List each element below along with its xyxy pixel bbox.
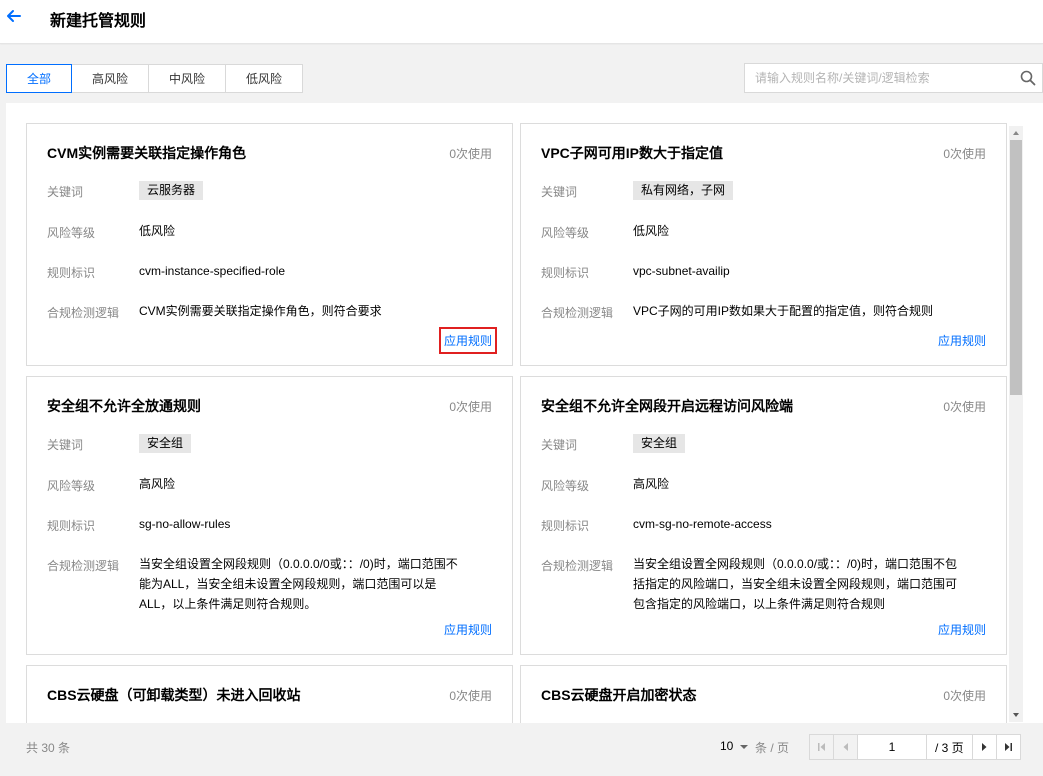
tab-low-risk[interactable]: 低风险 — [225, 64, 303, 93]
rule-title: VPC子网可用IP数大于指定值 — [541, 145, 724, 161]
scroll-down-arrow-icon[interactable] — [1009, 708, 1023, 722]
caret-down-icon — [739, 744, 748, 749]
keyword-label: 关键词 — [47, 185, 84, 199]
tab-high-risk[interactable]: 高风险 — [71, 64, 149, 93]
usage-count: 0次使用 — [449, 147, 492, 161]
total-count: 共 30 条 — [26, 741, 71, 755]
usage-count: 0次使用 — [943, 689, 986, 703]
rule-id-label: 规则标识 — [47, 519, 96, 533]
rule-title: CBS云硬盘（可卸载类型）未进入回收站 — [47, 687, 301, 703]
risk-label: 风险等级 — [541, 226, 590, 240]
tab-all[interactable]: 全部 — [6, 64, 72, 93]
rule-title: 安全组不允许全网段开启远程访问风险端 — [541, 398, 793, 414]
risk-value: 低风险 — [633, 224, 670, 238]
prev-page-button[interactable] — [833, 734, 858, 760]
rule-title: 安全组不允许全放通规则 — [47, 398, 201, 414]
usage-count: 0次使用 — [449, 689, 492, 703]
rule-id-value: cvm-sg-no-remote-access — [633, 517, 772, 531]
page-size-value: 10 — [720, 739, 734, 753]
rule-id-label: 规则标识 — [541, 266, 590, 280]
rule-id-value: cvm-instance-specified-role — [139, 264, 286, 278]
logic-label: 合规检测逻辑 — [47, 306, 120, 320]
rule-card: 安全组不允许全放通规则 0次使用 关键词 安全组 风险等级 高风险 规则标识 s… — [26, 376, 513, 655]
apply-rule-button[interactable]: 应用规则 — [444, 621, 492, 638]
keyword-tag: 私有网络，子网 — [633, 181, 734, 200]
rule-card-grid: CVM实例需要关联指定操作角色 0次使用 关键词 云服务器 风险等级 低风险 规… — [6, 103, 1043, 723]
first-page-button[interactable] — [809, 734, 834, 760]
search-box — [744, 63, 1043, 93]
first-page-icon — [817, 743, 825, 751]
logic-value: 当安全组设置全网段规则（0.0.0.0/或：：/0)时，端口范围不包括指定的风险… — [633, 557, 958, 611]
logic-label: 合规检测逻辑 — [47, 559, 120, 573]
rule-title: CVM实例需要关联指定操作角色 — [47, 145, 247, 161]
rule-card: CVM实例需要关联指定操作角色 0次使用 关键词 云服务器 风险等级 低风险 规… — [26, 123, 513, 366]
scrollbar-thumb[interactable] — [1010, 140, 1022, 395]
vertical-scrollbar[interactable] — [1009, 126, 1023, 722]
keyword-tag: 安全组 — [139, 434, 192, 453]
risk-label: 风险等级 — [47, 479, 96, 493]
rule-id-label: 规则标识 — [47, 266, 96, 280]
rule-id-value: vpc-subnet-availip — [633, 264, 730, 278]
keyword-tag: 云服务器 — [139, 181, 204, 200]
last-page-button[interactable] — [995, 734, 1021, 760]
toolbar: 全部 高风险 中风险 低风险 — [0, 45, 1043, 102]
page-size-unit: 条 / 页 — [755, 741, 790, 755]
rule-id-label: 规则标识 — [541, 519, 590, 533]
usage-count: 0次使用 — [449, 400, 492, 414]
rule-card: 安全组不允许全网段开启远程访问风险端 0次使用 关键词 安全组 风险等级 高风险… — [520, 376, 1007, 655]
total-pages: / 3 页 — [926, 734, 973, 760]
keyword-label: 关键词 — [541, 438, 578, 452]
search-icon[interactable] — [1020, 70, 1036, 86]
usage-count: 0次使用 — [943, 147, 986, 161]
page-size-select[interactable]: 10 — [720, 739, 749, 753]
rule-card: CBS云硬盘开启加密状态 0次使用 — [520, 665, 1007, 723]
page-title: 新建托管规则 — [50, 13, 147, 30]
risk-value: 高风险 — [633, 477, 670, 491]
usage-count: 0次使用 — [943, 400, 986, 414]
back-arrow-icon[interactable] — [4, 6, 24, 26]
pager: / 3 页 — [809, 734, 1021, 760]
next-page-button[interactable] — [971, 734, 997, 760]
search-input[interactable] — [745, 64, 1005, 92]
rule-title: CBS云硬盘开启加密状态 — [541, 687, 697, 703]
keyword-label: 关键词 — [47, 438, 84, 452]
risk-value: 低风险 — [139, 224, 176, 238]
logic-value: 当安全组设置全网段规则（0.0.0.0/0或：：/0)时，端口范围不能为ALL，… — [139, 557, 458, 611]
risk-label: 风险等级 — [541, 479, 590, 493]
chevron-right-icon — [982, 743, 987, 751]
logic-label: 合规检测逻辑 — [541, 306, 614, 320]
scroll-up-arrow-icon[interactable] — [1009, 126, 1023, 140]
rule-card: VPC子网可用IP数大于指定值 0次使用 关键词 私有网络，子网 风险等级 低风… — [520, 123, 1007, 366]
tab-medium-risk[interactable]: 中风险 — [148, 64, 226, 93]
rule-card: CBS云硬盘（可卸载类型）未进入回收站 0次使用 — [26, 665, 513, 723]
page-number-input[interactable] — [857, 734, 927, 760]
logic-value: CVM实例需要关联指定操作角色，则符合要求 — [139, 304, 382, 318]
risk-value: 高风险 — [139, 477, 176, 491]
pagination-bar: 共 30 条 10 条 / 页 / 3 页 — [0, 724, 1043, 776]
logic-value: VPC子网的可用IP数如果大于配置的指定值，则符合规则 — [633, 304, 934, 318]
keyword-tag: 安全组 — [633, 434, 686, 453]
keyword-label: 关键词 — [541, 185, 578, 199]
logic-label: 合规检测逻辑 — [541, 559, 614, 573]
risk-filter-tabs: 全部 高风险 中风险 低风险 — [6, 64, 303, 93]
risk-label: 风险等级 — [47, 226, 96, 240]
rule-id-value: sg-no-allow-rules — [139, 517, 231, 531]
last-page-icon — [1005, 743, 1013, 751]
apply-rule-button[interactable]: 应用规则 — [938, 332, 986, 349]
apply-rule-button[interactable]: 应用规则 — [938, 621, 986, 638]
chevron-left-icon — [843, 743, 848, 751]
apply-rule-button[interactable]: 应用规则 — [438, 327, 498, 354]
page-header: 新建托管规则 — [0, 0, 1043, 44]
